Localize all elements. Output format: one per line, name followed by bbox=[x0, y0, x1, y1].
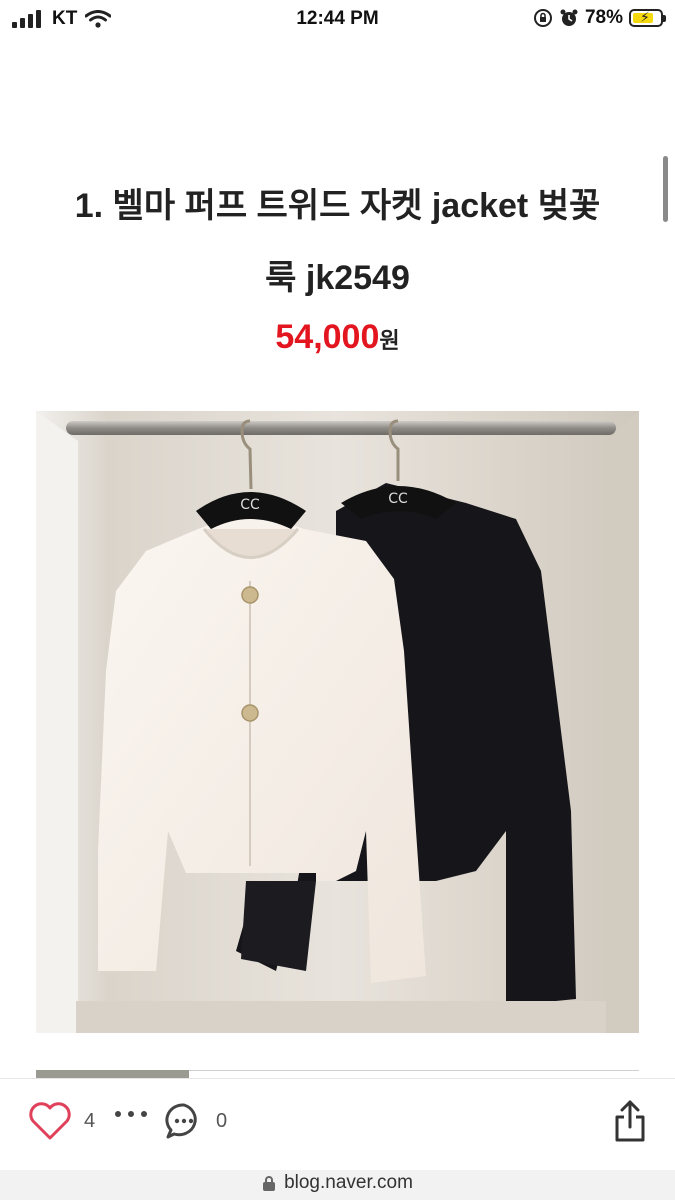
more-button[interactable] bbox=[114, 1109, 148, 1119]
lock-rotation-icon bbox=[533, 9, 552, 27]
like-button[interactable]: 4 bbox=[28, 1101, 95, 1141]
price-value: 54,000 bbox=[275, 318, 380, 356]
svg-text:CC: CC bbox=[388, 491, 408, 507]
heart-icon bbox=[29, 1102, 71, 1140]
price-unit: 원 bbox=[379, 328, 400, 353]
url-text: blog.naver.com bbox=[284, 1172, 413, 1193]
bolt-icon: ⚡ bbox=[640, 9, 650, 25]
comment-button[interactable]: 0 bbox=[164, 1101, 227, 1141]
battery-percent: 78% bbox=[584, 7, 623, 28]
battery-nub bbox=[663, 15, 666, 22]
battery-charging-icon: ⚡ bbox=[629, 9, 666, 27]
address-bar[interactable]: blog.naver.com bbox=[0, 1170, 675, 1200]
bottom-toolbar: 4 0 bbox=[0, 1078, 675, 1171]
svg-text:CC: CC bbox=[240, 497, 260, 513]
share-icon bbox=[615, 1100, 645, 1142]
status-bar: KT 12:44 PM 78% ⚡ bbox=[0, 0, 675, 38]
comment-icon bbox=[165, 1103, 197, 1139]
like-count: 4 bbox=[84, 1109, 96, 1132]
jackets-illustration: CC CC bbox=[36, 411, 639, 1033]
divider bbox=[189, 1070, 639, 1071]
scroll-indicator[interactable] bbox=[663, 156, 668, 222]
status-right: 78% ⚡ bbox=[533, 7, 666, 29]
comment-count: 0 bbox=[216, 1109, 228, 1132]
share-button[interactable] bbox=[612, 1099, 648, 1143]
product-title: 1. 벨마 퍼프 트위드 자켓 jacket 벚꽃 룩 jk2549 bbox=[30, 170, 645, 314]
more-icon bbox=[115, 1111, 147, 1117]
lock-icon bbox=[263, 1176, 276, 1191]
alarm-icon bbox=[560, 9, 578, 26]
product-title-line2: 룩 jk2549 bbox=[265, 259, 410, 297]
product-image[interactable]: CC CC bbox=[36, 411, 639, 1033]
product-price: 54,000원 bbox=[0, 318, 675, 357]
product-title-line1: 1. 벨마 퍼프 트위드 자켓 jacket 벚꽃 bbox=[74, 187, 601, 225]
